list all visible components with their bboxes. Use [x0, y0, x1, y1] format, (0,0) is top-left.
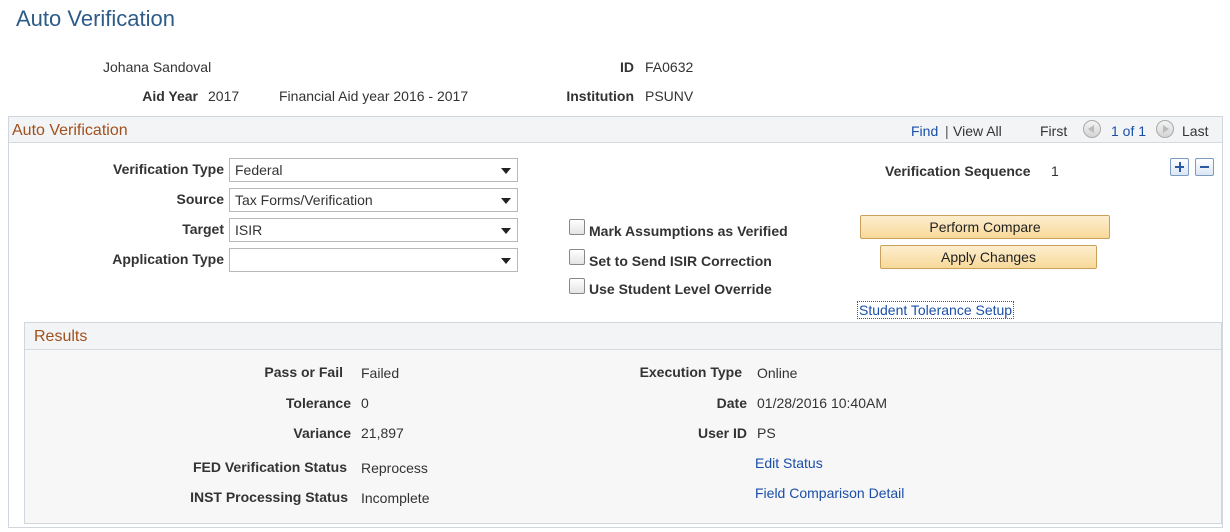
- id-label: ID: [620, 59, 634, 75]
- results-title: Results: [34, 328, 88, 345]
- send-isir-correction-checkbox[interactable]: [569, 249, 585, 265]
- target-value: ISIR: [235, 222, 263, 238]
- plus-icon[interactable]: [1170, 158, 1189, 176]
- pass-fail-value: Failed: [361, 365, 400, 381]
- chevron-down-icon: [501, 168, 511, 174]
- section-title: Auto Verification: [12, 122, 128, 139]
- nav-separator: |: [945, 123, 949, 139]
- execution-type-value: Online: [757, 365, 798, 381]
- field-comparison-detail-link[interactable]: Field Comparison Detail: [755, 485, 904, 501]
- aid-year-label: Aid Year: [142, 88, 198, 104]
- perform-compare-button[interactable]: Perform Compare: [860, 215, 1110, 239]
- pass-fail-label: Pass or Fail: [264, 364, 343, 380]
- variance-value: 21,897: [361, 425, 404, 441]
- variance-label: Variance: [293, 425, 351, 441]
- student-tolerance-setup-link[interactable]: Student Tolerance Setup: [857, 301, 1015, 319]
- results-section: Results Pass or Fail Failed Tolerance 0 …: [24, 322, 1222, 524]
- results-header: Results: [25, 323, 1221, 350]
- chevron-down-icon: [501, 198, 511, 204]
- source-value: Tax Forms/Verification: [235, 192, 373, 208]
- first-label: First: [1040, 123, 1068, 139]
- view-all-link[interactable]: View All: [953, 123, 1002, 139]
- minus-icon[interactable]: [1195, 158, 1214, 176]
- institution-label: Institution: [566, 88, 634, 104]
- user-id-label: User ID: [697, 425, 747, 441]
- section-header: Auto Verification Find | View All First …: [9, 117, 1222, 143]
- mark-assumptions-checkbox[interactable]: [569, 219, 585, 235]
- user-id-value: PS: [757, 425, 776, 441]
- date-value: 01/28/2016 10:40AM: [757, 395, 887, 411]
- tolerance-label: Tolerance: [285, 395, 351, 411]
- verification-type-label: Verification Type: [113, 161, 224, 177]
- source-label: Source: [176, 191, 224, 207]
- send-isir-correction-label: Set to Send ISIR Correction: [589, 253, 772, 269]
- auto-verification-section: Auto Verification Find | View All First …: [8, 116, 1223, 528]
- fed-verification-status-value: Reprocess: [361, 460, 428, 476]
- apply-changes-button[interactable]: Apply Changes: [880, 245, 1097, 269]
- edit-status-link[interactable]: Edit Status: [755, 455, 823, 471]
- mark-assumptions-label: Mark Assumptions as Verified: [589, 223, 788, 239]
- aid-year-value: 2017: [208, 88, 240, 104]
- student-level-override-checkbox[interactable]: [569, 278, 585, 294]
- inst-processing-status-value: Incomplete: [361, 490, 430, 506]
- next-arrow-icon[interactable]: [1156, 120, 1174, 138]
- verification-type-value: Federal: [235, 162, 283, 178]
- fed-verification-status-label: FED Verification Status: [192, 459, 347, 475]
- page-title: Auto Verification: [16, 6, 175, 31]
- prev-arrow-icon[interactable]: [1083, 120, 1101, 138]
- source-select[interactable]: Tax Forms/Verification: [229, 188, 518, 212]
- row-counter: 1 of 1: [1111, 123, 1147, 139]
- chevron-down-icon: [501, 258, 511, 264]
- target-select[interactable]: ISIR: [229, 218, 518, 242]
- target-label: Target: [182, 221, 224, 237]
- date-label: Date: [716, 395, 747, 411]
- application-type-label: Application Type: [112, 251, 224, 267]
- student-name: Johana Sandoval: [103, 59, 212, 75]
- find-link[interactable]: Find: [911, 123, 938, 139]
- execution-type-label: Execution Type: [639, 364, 742, 380]
- tolerance-value: 0: [361, 395, 369, 411]
- inst-processing-status-label: INST Processing Status: [190, 489, 348, 505]
- verification-sequence-value: 1: [1051, 163, 1059, 179]
- verification-sequence-label: Verification Sequence: [885, 163, 1031, 179]
- aid-year-description: Financial Aid year 2016 - 2017: [279, 88, 469, 104]
- last-label: Last: [1182, 123, 1209, 139]
- institution-value: PSUNV: [645, 88, 694, 104]
- verification-type-select[interactable]: Federal: [229, 158, 518, 182]
- application-type-select[interactable]: [229, 248, 518, 272]
- student-level-override-label: Use Student Level Override: [589, 281, 772, 297]
- id-value: FA0632: [645, 59, 694, 75]
- chevron-down-icon: [501, 228, 511, 234]
